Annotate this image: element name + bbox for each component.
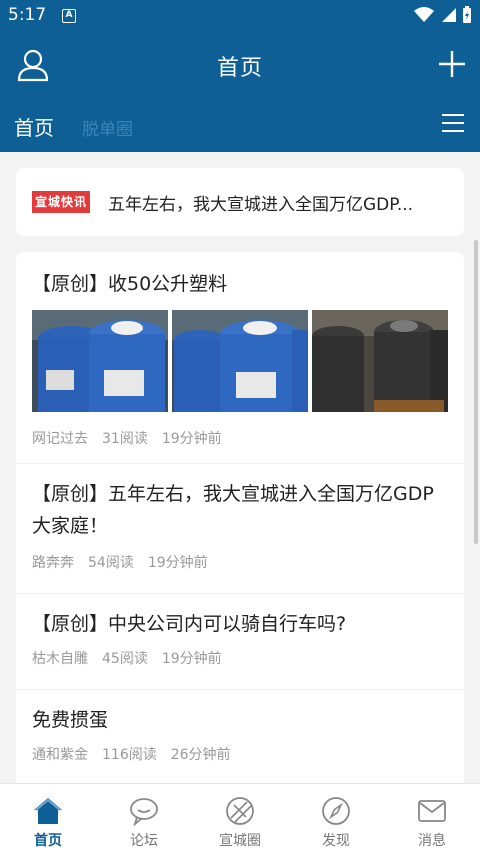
read-count: 116阅读	[102, 747, 157, 763]
bottom-nav: 首页 论坛 宣城圈 发现 消息	[0, 783, 480, 853]
post-time: 19分钟前	[161, 431, 222, 447]
tab-dating-circle[interactable]: 脱单圈	[82, 115, 133, 140]
news-flash-logo: 宣城快讯	[32, 191, 90, 213]
post-time: 19分钟前	[161, 651, 222, 667]
status-bar: 5:17 A	[0, 0, 480, 32]
blue-barrel-image[interactable]	[172, 310, 308, 412]
nav-label: 宣城圈	[219, 833, 261, 849]
tab-home[interactable]: 首页	[14, 112, 54, 141]
channel-tabs: 首页 脱单圈	[14, 112, 133, 141]
feed-item-meta: 网记过去 31阅读 19分钟前	[32, 428, 448, 448]
feed-item-title[interactable]: 【原创】五年左右，我大宣城进入全国万亿GDP大家庭！	[32, 478, 448, 542]
signal-icon	[442, 8, 456, 22]
nav-forum[interactable]: 论坛	[96, 784, 192, 853]
page-title: 首页	[216, 56, 263, 81]
read-count: 54阅读	[88, 555, 134, 571]
home-icon	[34, 798, 62, 824]
compass-icon	[322, 797, 350, 825]
feed-item-title[interactable]: 【原创】中央公司内可以骑自行车吗?	[32, 608, 448, 640]
app-header: 首页 首页 脱单圈	[0, 32, 480, 152]
wifi-icon	[414, 7, 434, 22]
author-name[interactable]: 通和紫金	[32, 744, 88, 764]
post-time: 26分钟前	[170, 747, 231, 763]
author-name[interactable]: 枯木自雕	[32, 648, 88, 668]
feed-item-meta: 枯木自雕 45阅读 19分钟前	[32, 648, 448, 668]
mail-icon	[418, 800, 446, 822]
notification-icon: A	[62, 9, 76, 23]
post-time: 19分钟前	[147, 555, 208, 571]
nav-discover[interactable]: 发现	[288, 784, 384, 853]
chat-icon	[130, 798, 158, 826]
nav-label: 首页	[34, 833, 62, 849]
read-count: 31阅读	[102, 431, 148, 447]
read-count: 45阅读	[102, 651, 148, 667]
blue-barrel-image[interactable]	[32, 310, 168, 412]
status-time: 5:17	[8, 5, 47, 25]
nav-home[interactable]: 首页	[0, 784, 96, 853]
feed-item[interactable]: 免费掼蛋 通和紫金 116阅读 26分钟前	[16, 690, 464, 786]
circle-icon	[226, 797, 254, 825]
nav-xuancheng-circle[interactable]: 宣城圈	[192, 784, 288, 853]
feed-item-title[interactable]: 免费掼蛋	[32, 704, 448, 736]
nav-messages[interactable]: 消息	[384, 784, 480, 853]
battery-icon	[463, 6, 471, 23]
add-icon[interactable]	[438, 50, 466, 78]
news-flash-headline[interactable]: 五年左右，我大宣城进入全国万亿GDP...	[108, 190, 448, 215]
black-barrels-image[interactable]	[312, 310, 448, 412]
feed-item[interactable]: 【原创】收50公升塑料 网记过去 31阅读 19分钟前	[16, 252, 464, 464]
status-icons	[414, 6, 472, 24]
feed-item[interactable]: 【原创】中央公司内可以骑自行车吗? 枯木自雕 45阅读 19分钟前	[16, 594, 464, 690]
author-name[interactable]: 网记过去	[32, 428, 88, 448]
nav-label: 发现	[322, 833, 350, 849]
scrollbar[interactable]	[474, 240, 478, 544]
feed-item[interactable]: 【原创】五年左右，我大宣城进入全国万亿GDP大家庭！ 路奔奔 54阅读 19分钟…	[16, 464, 464, 594]
news-flash-card[interactable]: 宣城快讯 五年左右，我大宣城进入全国万亿GDP...	[16, 168, 464, 236]
feed-item-meta: 路奔奔 54阅读 19分钟前	[32, 552, 448, 572]
nav-label: 消息	[418, 833, 446, 849]
feed-list: 【原创】收50公升塑料 网记过去 31阅读 19分钟前 【原创】五年左右，我大宣…	[16, 252, 464, 792]
feed-item-title[interactable]: 【原创】收50公升塑料	[32, 268, 448, 300]
menu-icon[interactable]	[442, 114, 464, 134]
nav-label: 论坛	[130, 833, 158, 849]
feed-item-meta: 通和紫金 116阅读 26分钟前	[32, 744, 448, 764]
feed-item-images	[32, 310, 448, 412]
author-name[interactable]: 路奔奔	[32, 552, 74, 572]
